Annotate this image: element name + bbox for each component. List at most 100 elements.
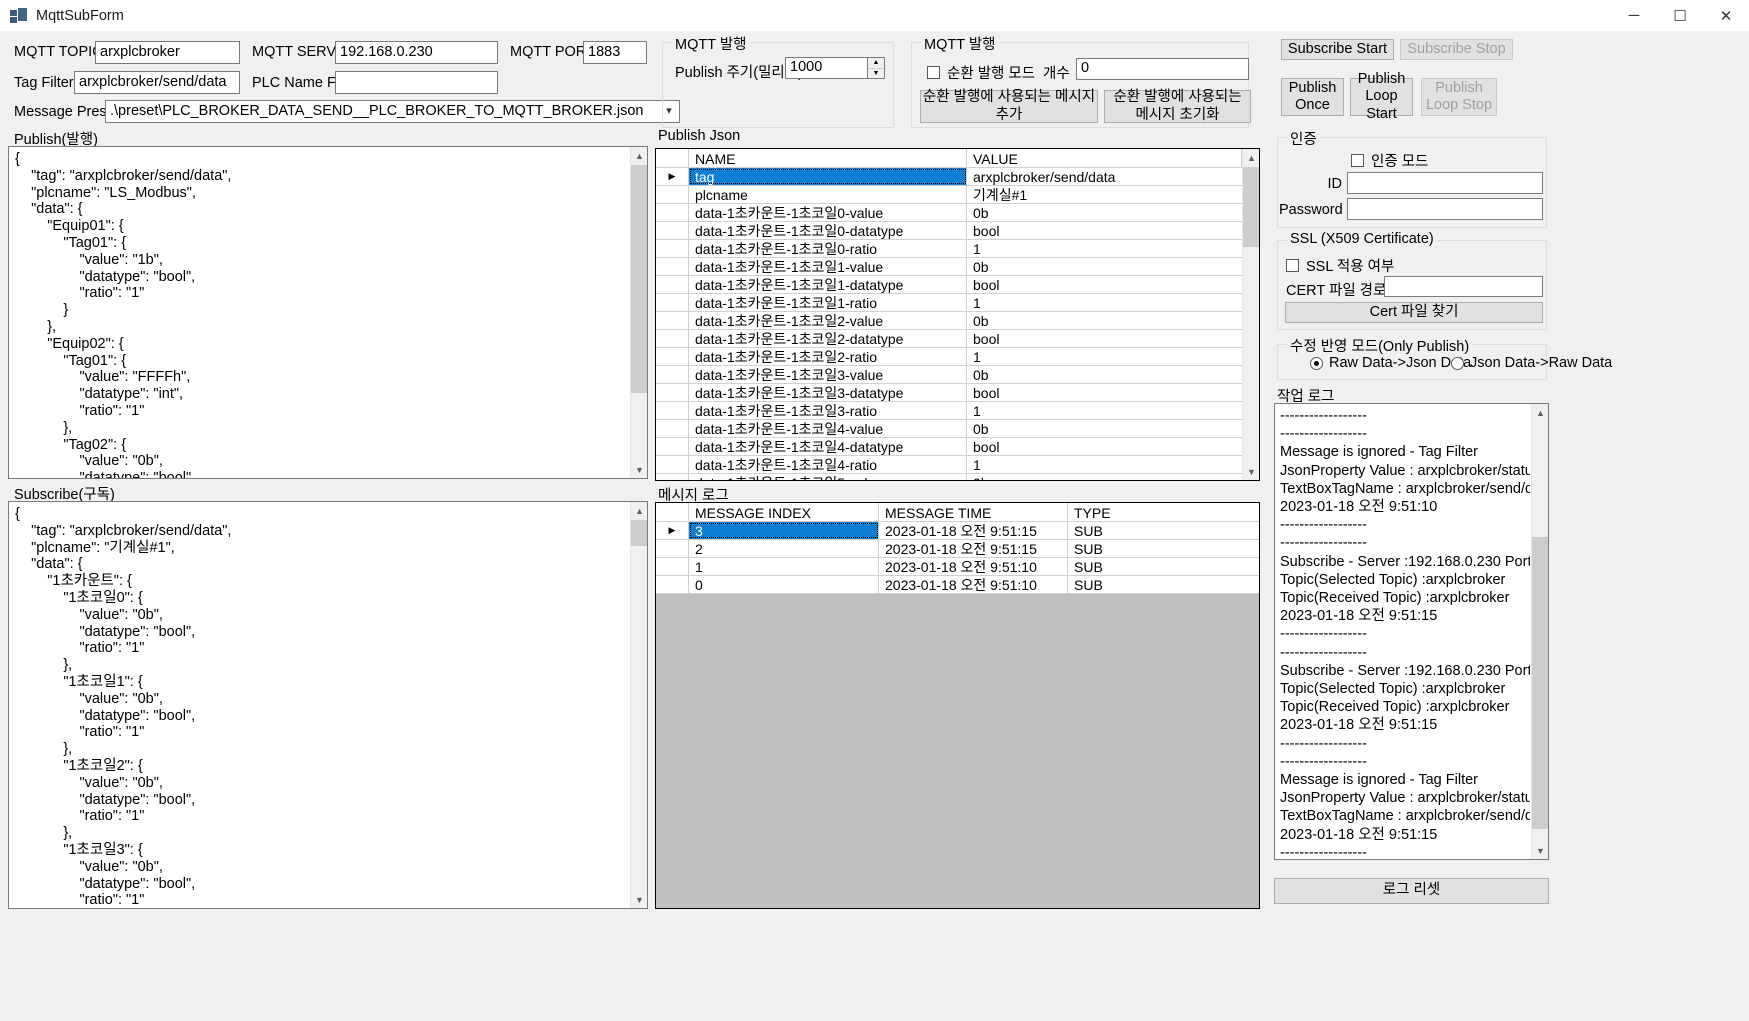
table-row[interactable]: data-1초카운트-1초코일2-value 0b (656, 312, 1259, 330)
cell-name[interactable]: data-1초카운트-1초코일4-ratio (689, 456, 967, 473)
table-row[interactable]: data-1초카운트-1초코일2-datatype bool (656, 330, 1259, 348)
row-selector[interactable] (656, 384, 689, 401)
row-selector[interactable] (656, 186, 689, 203)
publish-loop-start-button[interactable]: Publish Loop Start (1350, 71, 1413, 122)
publish-json-grid[interactable]: NAME VALUE ▶ tag arxplcbroker/send/data plc… (655, 148, 1260, 481)
message-preset-combo[interactable]: .\preset\PLC_BROKER_DATA_SEND__PLC_BROKE… (105, 100, 680, 123)
table-row[interactable]: data-1초카운트-1초코일4-ratio 1 (656, 456, 1259, 474)
spinner-arrows[interactable]: ▲ ▼ (867, 58, 884, 78)
log-reset-button[interactable]: 로그 리셋 (1274, 878, 1549, 904)
row-selector[interactable] (656, 222, 689, 239)
table-row[interactable]: 0 2023-01-18 오전 9:51:10 SUB (656, 576, 1259, 594)
table-row[interactable]: data-1초카운트-1초코일0-datatype bool (656, 222, 1259, 240)
column-header-name[interactable]: NAME (689, 149, 967, 167)
table-row[interactable]: data-1초카운트-1초코일1-datatype bool (656, 276, 1259, 294)
table-row[interactable]: data-1초카운트-1초코일2-ratio 1 (656, 348, 1259, 366)
cell-message-index[interactable]: 3 (689, 522, 879, 539)
cell-value[interactable]: bool (967, 384, 1259, 401)
cell-value[interactable]: 1 (967, 240, 1259, 257)
row-selector[interactable] (656, 312, 689, 329)
cell-type[interactable]: SUB (1068, 522, 1259, 539)
cell-value[interactable]: 0b (967, 258, 1259, 275)
table-row[interactable]: data-1초카운트-1초코일4-datatype bool (656, 438, 1259, 456)
cell-value[interactable]: bool (967, 330, 1259, 347)
cell-message-time[interactable]: 2023-01-18 오전 9:51:15 (879, 540, 1068, 557)
row-selector[interactable] (656, 276, 689, 293)
table-row[interactable]: data-1초카운트-1초코일3-ratio 1 (656, 402, 1259, 420)
cell-value[interactable]: 0b (967, 204, 1259, 221)
row-selector[interactable] (656, 438, 689, 455)
table-row[interactable]: data-1초카운트-1초코일1-ratio 1 (656, 294, 1259, 312)
subscribe-pane-scrollbar[interactable]: ▲ ▼ (630, 502, 647, 908)
table-row[interactable]: ▶ 3 2023-01-18 오전 9:51:15 SUB (656, 522, 1259, 540)
table-row[interactable]: data-1초카운트-1초코일0-ratio 1 (656, 240, 1259, 258)
cell-type[interactable]: SUB (1068, 576, 1259, 593)
cell-value[interactable]: 1 (967, 456, 1259, 473)
row-selector[interactable] (656, 294, 689, 311)
table-row[interactable]: data-1초카운트-1초코일3-datatype bool (656, 384, 1259, 402)
scroll-up-icon[interactable]: ▲ (631, 502, 647, 519)
row-selector[interactable] (656, 456, 689, 473)
cert-path-input[interactable] (1384, 276, 1543, 297)
work-log-scrollbar[interactable]: ▲ ▼ (1531, 404, 1548, 859)
table-row[interactable]: ▶ tag arxplcbroker/send/data (656, 168, 1259, 186)
column-header-message-time[interactable]: MESSAGE TIME (879, 503, 1068, 521)
auth-password-input[interactable] (1347, 198, 1543, 220)
work-log-textarea[interactable]: ------------------ ------------------ Me… (1274, 403, 1549, 860)
row-selector[interactable] (656, 330, 689, 347)
row-selector[interactable] (656, 366, 689, 383)
column-header-type[interactable]: TYPE (1068, 503, 1259, 521)
cell-value[interactable]: 0b (967, 312, 1259, 329)
cell-value[interactable]: 1 (967, 402, 1259, 419)
cell-value[interactable]: bool (967, 276, 1259, 293)
cell-name[interactable]: plcname (689, 186, 967, 203)
table-row[interactable]: data-1초카운트-1초코일3-value 0b (656, 366, 1259, 384)
cell-name[interactable]: data-1초카운트-1초코일4-value (689, 420, 967, 437)
cell-type[interactable]: SUB (1068, 558, 1259, 575)
row-selector[interactable] (656, 204, 689, 221)
row-selector[interactable] (656, 540, 689, 557)
scroll-up-icon[interactable]: ▲ (1532, 404, 1548, 421)
publish-once-button[interactable]: Publish Once (1281, 78, 1344, 116)
cell-name[interactable]: data-1초카운트-1초코일0-datatype (689, 222, 967, 239)
cell-value[interactable]: 0b (967, 474, 1259, 480)
row-selector[interactable] (656, 558, 689, 575)
scroll-up-icon[interactable]: ▲ (631, 147, 647, 164)
table-row[interactable]: data-1초카운트-1초코일0-value 0b (656, 204, 1259, 222)
cell-value[interactable]: 0b (967, 420, 1259, 437)
row-selector[interactable] (656, 258, 689, 275)
row-selector[interactable] (656, 402, 689, 419)
maximize-icon[interactable]: ☐ (1657, 0, 1703, 32)
cell-message-time[interactable]: 2023-01-18 오전 9:51:15 (879, 522, 1068, 539)
cell-name[interactable]: data-1초카운트-1초코일3-ratio (689, 402, 967, 419)
cell-value[interactable]: bool (967, 438, 1259, 455)
scrollbar-thumb[interactable] (1243, 167, 1259, 247)
scroll-up-icon[interactable]: ▲ (1243, 149, 1259, 166)
mqtt-topic-input[interactable]: arxplcbroker (95, 41, 240, 64)
cell-name[interactable]: data-1초카운트-1초코일1-ratio (689, 294, 967, 311)
radio-json-to-raw[interactable]: Json Data->Raw Data (1451, 355, 1612, 371)
subscribe-start-button[interactable]: Subscribe Start (1281, 39, 1394, 60)
message-log-grid[interactable]: MESSAGE INDEX MESSAGE TIME TYPE ▶ 3 2023-0… (655, 502, 1260, 909)
cell-message-index[interactable]: 0 (689, 576, 879, 593)
cell-name[interactable]: data-1초카운트-1초코일2-datatype (689, 330, 967, 347)
column-header-message-index[interactable]: MESSAGE INDEX (689, 503, 879, 521)
close-icon[interactable]: ✕ (1703, 0, 1749, 32)
cell-name[interactable]: data-1초카운트-1초코일1-value (689, 258, 967, 275)
minimize-icon[interactable]: ─ (1611, 0, 1657, 32)
publish-json-textarea[interactable]: { "tag": "arxplcbroker/send/data", "plcn… (8, 146, 648, 479)
column-header-value[interactable]: VALUE (967, 149, 1242, 167)
row-selector[interactable] (656, 240, 689, 257)
cell-value[interactable]: bool (967, 222, 1259, 239)
radio-raw-to-json[interactable]: Raw Data->Json Data (1310, 355, 1471, 371)
table-row[interactable]: 2 2023-01-18 오전 9:51:15 SUB (656, 540, 1259, 558)
cell-name[interactable]: data-1초카운트-1초코일3-datatype (689, 384, 967, 401)
table-row[interactable]: plcname 기계실#1 (656, 186, 1259, 204)
cell-message-index[interactable]: 2 (689, 540, 879, 557)
row-selector[interactable] (656, 474, 689, 480)
cell-name[interactable]: data-1초카운트-1초코일0-ratio (689, 240, 967, 257)
cell-name[interactable]: data-1초카운트-1초코일2-value (689, 312, 967, 329)
cell-name[interactable]: data-1초카운트-1초코일5-value (689, 474, 967, 480)
publish-interval-spinner[interactable]: 1000 ▲ ▼ (785, 57, 885, 79)
row-selector[interactable] (656, 348, 689, 365)
